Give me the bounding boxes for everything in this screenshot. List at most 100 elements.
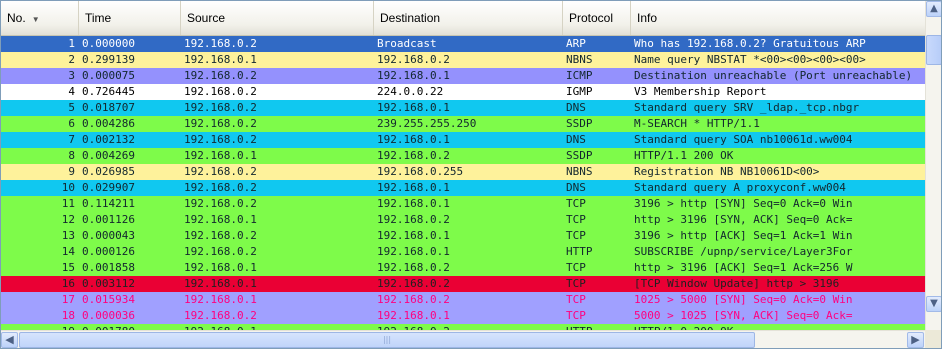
packet-info-cell: 3196 > http [ACK] Seq=1 Ack=1 Win	[634, 229, 853, 242]
column-header-time[interactable]: Time	[79, 1, 181, 35]
column-header-protocol[interactable]: Protocol	[563, 1, 631, 35]
column-header-no[interactable]: No. ▼	[1, 1, 79, 35]
packet-source-cell: 192.168.0.2	[184, 133, 257, 146]
packet-row[interactable]: 7 0.002132 192.168.0.2 192.168.0.1 DNS Standa…	[1, 132, 925, 148]
packet-time-cell: 0.003112	[82, 277, 135, 290]
packet-source-cell: 192.168.0.2	[184, 245, 257, 258]
packet-row[interactable]: 5 0.018707 192.168.0.2 192.168.0.1 DNS Standa…	[1, 100, 925, 116]
packet-number: 13	[61, 229, 75, 242]
packet-no-cell: 17	[1, 292, 79, 308]
packet-row[interactable]: 4 0.726445 192.168.0.2 224.0.0.22 IGMP V3 Mem…	[1, 84, 925, 100]
packet-info-cell: HTTP/1.1 200 OK	[634, 149, 734, 162]
packet-protocol-cell: DNS	[566, 181, 586, 194]
sort-descending-icon: ▼	[31, 15, 40, 24]
packet-protocol-cell: ARP	[566, 37, 586, 50]
packet-row[interactable]: 3 0.000075 192.168.0.2 192.168.0.1 ICMP Desti…	[1, 68, 925, 84]
packet-no-cell: 7	[1, 132, 79, 148]
packet-info-cell: SUBSCRIBE /upnp/service/Layer3For	[634, 245, 853, 258]
packet-no-cell: 6	[1, 116, 79, 132]
packet-time-cell: 0.029907	[82, 181, 135, 194]
scroll-left-icon[interactable]: ◀	[1, 332, 18, 348]
packet-source-cell: 192.168.0.1	[184, 277, 257, 290]
packet-destination-cell: 192.168.0.2	[377, 213, 450, 226]
packet-info-cell: http > 3196 [ACK] Seq=1 Ack=256 W	[634, 261, 853, 274]
packet-no-cell: 1	[1, 36, 79, 52]
packet-row[interactable]: 11 0.114211 192.168.0.2 192.168.0.1 TCP 3196 …	[1, 196, 925, 212]
packet-time-cell: 0.299139	[82, 53, 135, 66]
packet-source-cell: 192.168.0.2	[184, 197, 257, 210]
packet-number: 2	[68, 53, 75, 66]
packet-info-cell: M-SEARCH * HTTP/1.1	[634, 117, 760, 130]
column-header-destination[interactable]: Destination	[374, 1, 563, 35]
column-header-info[interactable]: Info	[631, 1, 925, 35]
packet-protocol-cell: TCP	[566, 229, 586, 242]
packet-row[interactable]: 12 0.001126 192.168.0.1 192.168.0.2 TCP http …	[1, 212, 925, 228]
packet-row[interactable]: 14 0.000126 192.168.0.2 192.168.0.1 HTTP SUBS…	[1, 244, 925, 260]
packet-no-cell: 8	[1, 148, 79, 164]
packet-time-cell: 0.004269	[82, 149, 135, 162]
packet-time-cell: 0.018707	[82, 101, 135, 114]
packet-number: 11	[61, 197, 75, 210]
packet-number: 15	[61, 261, 75, 274]
packet-row[interactable]: 15 0.001858 192.168.0.1 192.168.0.2 TCP http …	[1, 260, 925, 276]
packet-number: 7	[68, 133, 75, 146]
packet-row[interactable]: 1 0.000000 192.168.0.2 Broadcast ARP Who has …	[1, 36, 925, 52]
packet-source-cell: 192.168.0.2	[184, 229, 257, 242]
packet-time-cell: 0.726445	[82, 85, 135, 98]
packet-number: 3	[68, 69, 75, 82]
packet-source-cell: 192.168.0.2	[184, 85, 257, 98]
packet-time-cell: 0.002132	[82, 133, 135, 146]
packet-destination-cell: 239.255.255.250	[377, 117, 477, 130]
packet-protocol-cell: ICMP	[566, 69, 593, 82]
packet-row[interactable]: 17 0.015934 192.168.0.1 192.168.0.2 TCP 1025 …	[1, 292, 925, 308]
packet-row[interactable]: 13 0.000043 192.168.0.2 192.168.0.1 TCP 3196 …	[1, 228, 925, 244]
packet-info-cell: Who has 192.168.0.2? Gratuitous ARP	[634, 37, 866, 50]
packet-time-cell: 0.000043	[82, 229, 135, 242]
packet-destination-cell: 192.168.0.1	[377, 309, 450, 322]
packet-time-cell: 0.001126	[82, 213, 135, 226]
packet-list-header: No. ▼ Time Source Destination Protocol In…	[1, 1, 925, 36]
column-label-source: Source	[187, 11, 226, 25]
horizontal-scroll-thumb[interactable]: |||	[19, 332, 755, 348]
packet-no-cell: 2	[1, 52, 79, 68]
packet-no-cell: 11	[1, 196, 79, 212]
scroll-right-icon[interactable]: ▶	[907, 332, 924, 348]
packet-info-cell: [TCP Window Update] http > 3196	[634, 277, 840, 290]
packet-protocol-cell: TCP	[566, 197, 586, 210]
packet-row[interactable]: 2 0.299139 192.168.0.1 192.168.0.2 NBNS Name …	[1, 52, 925, 68]
column-label-destination: Destination	[380, 11, 441, 25]
packet-row[interactable]: 6 0.004286 192.168.0.2 239.255.255.250 SSDP M…	[1, 116, 925, 132]
packet-source-cell: 192.168.0.1	[184, 261, 257, 274]
column-label-info: Info	[637, 11, 658, 25]
packet-row[interactable]: 8 0.004269 192.168.0.1 192.168.0.2 SSDP HTTP/…	[1, 148, 925, 164]
packet-no-cell: 18	[1, 308, 79, 324]
packet-number: 4	[68, 85, 75, 98]
vertical-scrollbar[interactable]: ▲ ▼	[925, 1, 941, 330]
packet-destination-cell: 192.168.0.1	[377, 181, 450, 194]
horizontal-scrollbar[interactable]: ◀ ||| ▶	[1, 330, 925, 348]
packet-destination-cell: 192.168.0.1	[377, 245, 450, 258]
packet-destination-cell: 192.168.0.1	[377, 229, 450, 242]
packet-protocol-cell: IGMP	[566, 85, 593, 98]
packet-row[interactable]: 16 0.003112 192.168.0.1 192.168.0.2 TCP [TCP …	[1, 276, 925, 292]
packet-row[interactable]: 9 0.026985 192.168.0.2 192.168.0.255 NBNS Reg…	[1, 164, 925, 180]
packet-source-cell: 192.168.0.2	[184, 37, 257, 50]
packet-protocol-cell: NBNS	[566, 53, 593, 66]
scroll-down-icon[interactable]: ▼	[926, 296, 941, 312]
packet-info-cell: 5000 > 1025 [SYN, ACK] Seq=0 Ack=	[634, 309, 853, 322]
packet-destination-cell: 192.168.0.255	[377, 165, 464, 178]
packet-row[interactable]: 10 0.029907 192.168.0.2 192.168.0.1 DNS Stand…	[1, 180, 925, 196]
packet-destination-cell: 192.168.0.1	[377, 133, 450, 146]
packet-protocol-cell: DNS	[566, 101, 586, 114]
packet-no-cell: 12	[1, 212, 79, 228]
packet-time-cell: 0.004286	[82, 117, 135, 130]
packet-time-cell: 0.015934	[82, 293, 135, 306]
packet-time-cell: 0.000000	[82, 37, 135, 50]
scrollbar-corner	[925, 330, 941, 348]
packet-time-cell: 0.114211	[82, 197, 135, 210]
scroll-up-icon[interactable]: ▲	[926, 1, 941, 17]
packet-destination-cell: Broadcast	[377, 37, 437, 50]
packet-row[interactable]: 18 0.000036 192.168.0.2 192.168.0.1 TCP 5000 …	[1, 308, 925, 324]
column-header-source[interactable]: Source	[181, 1, 374, 35]
vertical-scroll-thumb[interactable]	[926, 35, 941, 65]
